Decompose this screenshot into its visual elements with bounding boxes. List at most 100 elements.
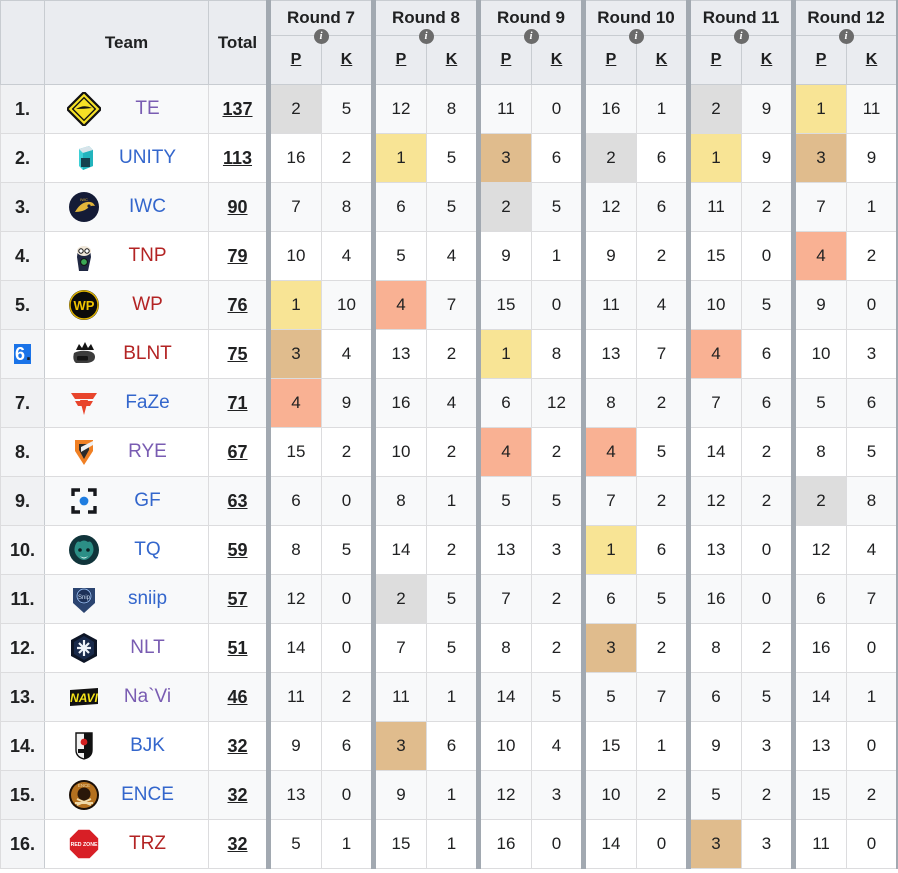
team-name-link[interactable]: BJK: [101, 735, 208, 757]
team-name-link[interactable]: ENCE: [101, 784, 208, 806]
info-icon[interactable]: i: [733, 29, 749, 44]
cell-value: 14: [811, 687, 831, 706]
info-icon[interactable]: i: [313, 29, 329, 44]
round-1-kills-cell: 2: [321, 133, 374, 183]
team-name-link[interactable]: Na`Vi: [101, 686, 208, 708]
trz-logo: RED ZONE: [67, 827, 101, 861]
cell-value: 4: [446, 246, 457, 265]
round-5-placement-cell: 9: [686, 721, 743, 771]
info-icon[interactable]: i: [418, 29, 434, 44]
cell-value: 2: [761, 638, 772, 657]
info-icon[interactable]: i: [838, 29, 854, 44]
cell-value: 16: [811, 638, 831, 657]
round-5-placement-cell: 5: [686, 770, 743, 820]
cell-value: 3: [761, 834, 772, 853]
cell-value: 2: [446, 442, 457, 461]
cell-value: 5: [656, 589, 667, 608]
team-name-link[interactable]: UNITY: [101, 147, 208, 169]
team-name-link[interactable]: TNP: [101, 245, 208, 267]
round-5-kills-cell: 5: [741, 280, 795, 330]
cell-value: 4: [446, 393, 457, 412]
total-cell: 32: [208, 770, 269, 820]
round-2-kills-cell: 8: [426, 84, 479, 134]
cell-value: 15: [391, 834, 411, 853]
cell-value: 5: [551, 491, 562, 510]
placement-label: P: [710, 51, 722, 68]
round-2-placement-cell: 11: [371, 672, 427, 722]
round-group-label: Round 8: [392, 8, 460, 27]
cell-value: 8: [816, 442, 826, 461]
team-name-link[interactable]: TQ: [101, 539, 208, 561]
cell-value: 3: [551, 540, 562, 559]
round-2-kills-cell: 1: [426, 770, 479, 820]
total-value-link[interactable]: 32: [227, 785, 247, 805]
round-2-placement-cell: 14: [371, 525, 427, 575]
round-6-kills-cell: 5: [846, 427, 898, 477]
team-cell: BLNT: [44, 329, 209, 379]
round-3-placement-cell: 11: [476, 84, 532, 134]
team-name-link[interactable]: GF: [101, 490, 208, 512]
total-value-link[interactable]: 75: [227, 344, 247, 364]
info-icon[interactable]: i: [628, 29, 644, 44]
placement-label: P: [605, 51, 617, 68]
team-name-link[interactable]: RYE: [101, 441, 208, 463]
cell-value: 15: [601, 736, 621, 755]
team-name-link[interactable]: TRZ: [101, 833, 208, 855]
cell-value: 4: [551, 736, 562, 755]
info-icon[interactable]: i: [523, 29, 539, 44]
round-1-placement-cell: 15: [266, 427, 322, 477]
cell-value: 6: [656, 148, 667, 167]
cell-value: 15: [811, 785, 831, 804]
total-value-link[interactable]: 90: [227, 197, 247, 217]
cell-value: 4: [501, 442, 511, 461]
team-name-link[interactable]: sniip: [101, 588, 208, 610]
team-cell: GF: [44, 476, 209, 526]
total-cell: 137: [208, 84, 269, 134]
total-cell: 51: [208, 623, 269, 673]
total-value-link[interactable]: 113: [223, 148, 252, 168]
cell-value: 14: [601, 834, 621, 853]
kills-label: K: [655, 51, 668, 68]
table-row: 10. TQ 59 8 5 14 2 13 3 1 6 13 0 12 4: [0, 525, 898, 575]
svg-text:WP: WP: [74, 298, 95, 313]
total-value-link[interactable]: 76: [227, 295, 247, 315]
total-value-link[interactable]: 63: [227, 491, 247, 511]
round-4-placement-cell: 7: [581, 476, 637, 526]
cell-value: 4: [656, 295, 667, 314]
round-3-kills-cell: 5: [531, 672, 584, 722]
team-name-link[interactable]: FaZe: [101, 392, 208, 414]
team-name-link[interactable]: IWC: [101, 196, 208, 218]
round-2-kills-cell: 5: [426, 133, 479, 183]
team-name-link[interactable]: TE: [101, 98, 208, 120]
total-value-link[interactable]: 51: [227, 638, 247, 658]
round-4-kills-cell: 6: [635, 133, 690, 183]
total-cell: 46: [208, 672, 269, 722]
cell-value: 8: [606, 393, 616, 412]
cell-value: 12: [706, 491, 726, 510]
total-value-link[interactable]: 59: [227, 540, 247, 560]
round-3-kills-cell: 8: [531, 329, 584, 379]
total-value-link[interactable]: 79: [227, 246, 247, 266]
total-value-link[interactable]: 137: [222, 99, 252, 119]
cell-value: 9: [711, 736, 721, 755]
cell-value: 2: [656, 785, 667, 804]
total-value-link[interactable]: 32: [227, 834, 247, 854]
team-name-link[interactable]: WP: [101, 294, 208, 316]
round-2-placement-cell: 10: [371, 427, 427, 477]
round-group-label: Round 10: [597, 8, 675, 27]
round-5-placement-cell: 2: [686, 84, 743, 134]
cell-value: 5: [446, 197, 457, 216]
total-value-link[interactable]: 67: [227, 442, 247, 462]
cell-value: 2: [551, 589, 562, 608]
total-value-link[interactable]: 57: [227, 589, 247, 609]
cell-value: 6: [656, 540, 667, 559]
unity-logo: [67, 141, 101, 175]
total-value-link[interactable]: 46: [227, 687, 247, 707]
round-2-placement-cell: 7: [371, 623, 427, 673]
total-value-link[interactable]: 32: [227, 736, 247, 756]
cell-value: 3: [606, 638, 616, 657]
total-value-link[interactable]: 71: [227, 393, 247, 413]
team-name-link[interactable]: BLNT: [101, 343, 208, 365]
team-name-link[interactable]: NLT: [101, 637, 208, 659]
cell-value: 2: [656, 246, 667, 265]
